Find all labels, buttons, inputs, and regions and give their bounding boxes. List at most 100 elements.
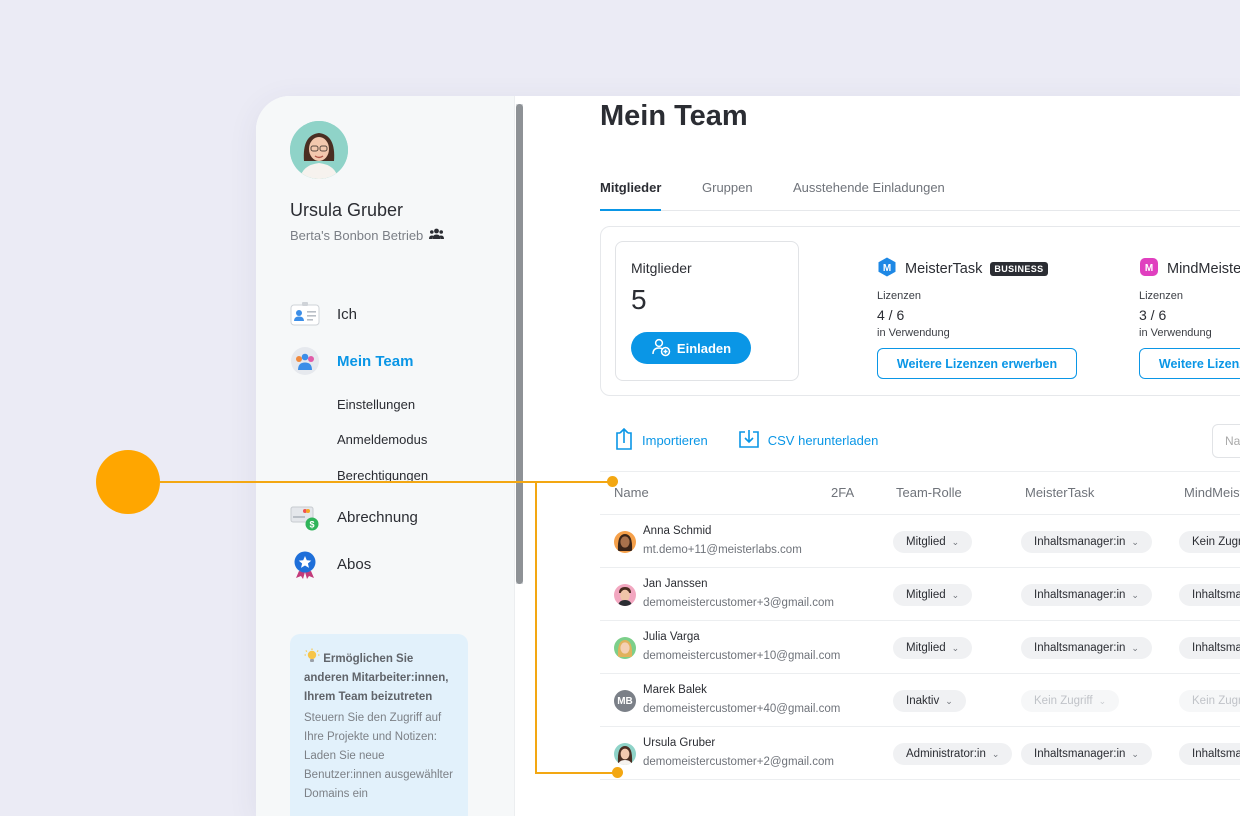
csv-download-button[interactable]: CSV herunterladen — [738, 428, 879, 453]
license-summary: Mitglieder 5 Einladen M MeisterTask BUSI… — [600, 226, 1240, 396]
sidebar: Ursula Gruber Berta's Bonbon Betrieb Ich… — [256, 96, 515, 816]
buy-licenses-button[interactable]: Weitere Lizenzen erwerben — [1139, 348, 1240, 379]
avatar — [614, 584, 636, 606]
invite-label: Einladen — [676, 340, 732, 356]
member-name: Julia Varga — [643, 631, 700, 643]
licenses-count: 4 / 6 — [877, 307, 905, 323]
tab-mitglieder[interactable]: Mitglieder — [600, 180, 662, 211]
hint-title-row: Ermöglichen Sie anderen Mitarbeiter:inne… — [304, 648, 454, 707]
search-input[interactable]: Na — [1212, 424, 1240, 458]
main-content: Mein Team Mitglieder Gruppen Ausstehende… — [524, 96, 1240, 816]
mindmeister-role-dropdown[interactable]: Inhaltsmanager:in⌄ — [1179, 743, 1240, 765]
column-header-team-role[interactable]: Team-Rolle — [896, 485, 962, 500]
sidebar-scrollbar[interactable] — [516, 104, 523, 584]
licenses-label: Lizenzen — [877, 290, 922, 302]
table-row[interactable]: Julia Varga demomeistercustomer+10@gmail… — [600, 621, 1240, 674]
annotation-marker-header — [607, 476, 618, 487]
column-header-mindmeister[interactable]: MindMeister — [1184, 485, 1240, 500]
meistertask-role-value: Inhaltsmanager:in — [1034, 748, 1126, 760]
team-role-value: Mitglied — [906, 536, 946, 548]
page-title: Mein Team — [600, 100, 748, 132]
mindmeister-role-dropdown[interactable]: Kein Zugriff⌄ — [1179, 531, 1240, 553]
column-header-name[interactable]: Name — [614, 485, 649, 500]
team-role-dropdown[interactable]: Mitglied ⌄ — [893, 584, 973, 606]
import-label: Importieren — [642, 433, 708, 448]
member-email: demomeistercustomer+10@gmail.com — [643, 650, 841, 662]
nav-item-ich[interactable]: Ich — [290, 299, 357, 329]
team-role-value: Inaktiv — [906, 695, 940, 707]
add-user-icon — [651, 337, 671, 360]
table-actions: Importieren CSV herunterladen — [614, 427, 879, 453]
table-row[interactable]: Jan Janssen demomeistercustomer+3@gmail.… — [600, 568, 1240, 621]
team-role-dropdown[interactable]: Mitglied ⌄ — [893, 637, 973, 659]
tab-gruppen[interactable]: Gruppen — [702, 180, 753, 210]
mindmeister-role-dropdown[interactable]: Inhaltsmanager:in⌄ — [1179, 584, 1240, 606]
chevron-down-icon: ⌄ — [1131, 589, 1139, 600]
profile-name: Ursula Gruber — [290, 200, 404, 220]
nav-item-abos[interactable]: Abos — [290, 549, 371, 579]
mindmeister-role-value: Kein Zugriff — [1192, 536, 1240, 548]
members-count-card: Mitglieder 5 Einladen — [615, 241, 799, 381]
team-icon — [429, 228, 445, 243]
team-role-dropdown[interactable]: Inaktiv ⌄ — [893, 690, 966, 712]
tab-ausstehende-einladungen[interactable]: Ausstehende Einladungen — [793, 180, 945, 210]
org-name: Berta's Bonbon Betrieb — [290, 228, 445, 243]
column-header-2fa[interactable]: 2FA — [831, 485, 854, 500]
team-role-dropdown[interactable]: Mitglied ⌄ — [893, 531, 973, 553]
mindmeister-logo-icon: M — [1139, 257, 1159, 281]
meistertask-role-dropdown[interactable]: Inhaltsmanager:in ⌄ — [1021, 637, 1152, 659]
chevron-down-icon: ⌄ — [1131, 536, 1139, 547]
team-role-value: Mitglied — [906, 642, 946, 654]
members-label: Mitglieder — [631, 260, 692, 276]
chevron-down-icon: ⌄ — [951, 589, 960, 600]
meistertask-role-dropdown[interactable]: Kein Zugriff ⌄ — [1021, 690, 1120, 712]
mindmeister-role-dropdown[interactable]: Inhaltsmanager:in⌄ — [1179, 637, 1240, 659]
csv-download-label: CSV herunterladen — [767, 433, 879, 448]
annotation-marker-row — [612, 767, 623, 778]
table-row[interactable]: Ursula Gruber demomeistercustomer+2@gmai… — [600, 727, 1240, 780]
column-header-meistertask[interactable]: MeisterTask — [1025, 485, 1094, 500]
download-icon — [738, 429, 760, 452]
member-name: Marek Balek — [643, 684, 707, 696]
meistertask-role-dropdown[interactable]: Inhaltsmanager:in ⌄ — [1021, 584, 1152, 606]
avatar — [614, 637, 636, 659]
hint-box: Ermöglichen Sie anderen Mitarbeiter:inne… — [290, 634, 468, 816]
sidebar-scrollbar-thumb[interactable] — [516, 104, 523, 584]
billing-icon: $ — [290, 502, 320, 532]
meistertask-role-dropdown[interactable]: Inhaltsmanager:in ⌄ — [1021, 743, 1152, 765]
nav-sub-einstellungen[interactable]: Einstellungen — [337, 397, 415, 412]
meistertask-role-dropdown[interactable]: Inhaltsmanager:in ⌄ — [1021, 531, 1152, 553]
tab-bar: Mitglieder Gruppen Ausstehende Einladung… — [600, 180, 1240, 211]
meistertask-role-value: Kein Zugriff — [1034, 695, 1093, 707]
nav-item-abrechnung[interactable]: $ Abrechnung — [290, 502, 418, 532]
hint-title: Ermöglichen Sie anderen Mitarbeiter:inne… — [304, 653, 449, 703]
app-window: Ursula Gruber Berta's Bonbon Betrieb Ich… — [256, 96, 1240, 816]
chevron-down-icon: ⌄ — [1131, 642, 1139, 653]
table-row[interactable]: MB Marek Balek demomeistercustomer+40@gm… — [600, 674, 1240, 727]
nav-item-abos-label: Abos — [337, 555, 372, 573]
team-role-value: Administrator:in — [906, 748, 986, 760]
product-meistertask: M MeisterTask BUSINESS Lizenzen 4 / 6 in… — [877, 257, 1097, 379]
mindmeister-role-value: Inhaltsmanager:in — [1192, 642, 1240, 654]
nav-item-mein-team[interactable]: Mein Team — [290, 346, 413, 376]
meistertask-role-value: Inhaltsmanager:in — [1034, 642, 1126, 654]
product-title-row: M MeisterTask BUSINESS — [877, 257, 1097, 281]
profile-avatar[interactable] — [290, 121, 348, 179]
svg-text:$: $ — [309, 520, 314, 530]
mindmeister-role-dropdown[interactable]: Kein Zugriff⌄ — [1179, 690, 1240, 712]
product-title-row: M MindMeister — [1139, 257, 1240, 281]
table-row[interactable]: Anna Schmid mt.demo+11@meisterlabs.com M… — [600, 515, 1240, 568]
buy-licenses-button[interactable]: Weitere Lizenzen erwerben — [877, 348, 1077, 379]
import-button[interactable]: Importieren — [614, 427, 708, 453]
member-email: mt.demo+11@meisterlabs.com — [643, 544, 802, 556]
product-name: MindMeister — [1167, 261, 1240, 277]
licenses-label: Lizenzen — [1139, 290, 1184, 302]
member-email: demomeistercustomer+40@gmail.com — [643, 703, 841, 715]
svg-text:M: M — [883, 263, 891, 274]
member-name: Jan Janssen — [643, 578, 708, 590]
chevron-down-icon: ⌄ — [951, 642, 960, 653]
member-name: Ursula Gruber — [643, 737, 716, 749]
invite-button[interactable]: Einladen — [631, 332, 751, 364]
team-role-dropdown[interactable]: Administrator:in ⌄ — [893, 743, 1013, 765]
nav-sub-anmeldemodus[interactable]: Anmeldemodus — [337, 432, 427, 447]
